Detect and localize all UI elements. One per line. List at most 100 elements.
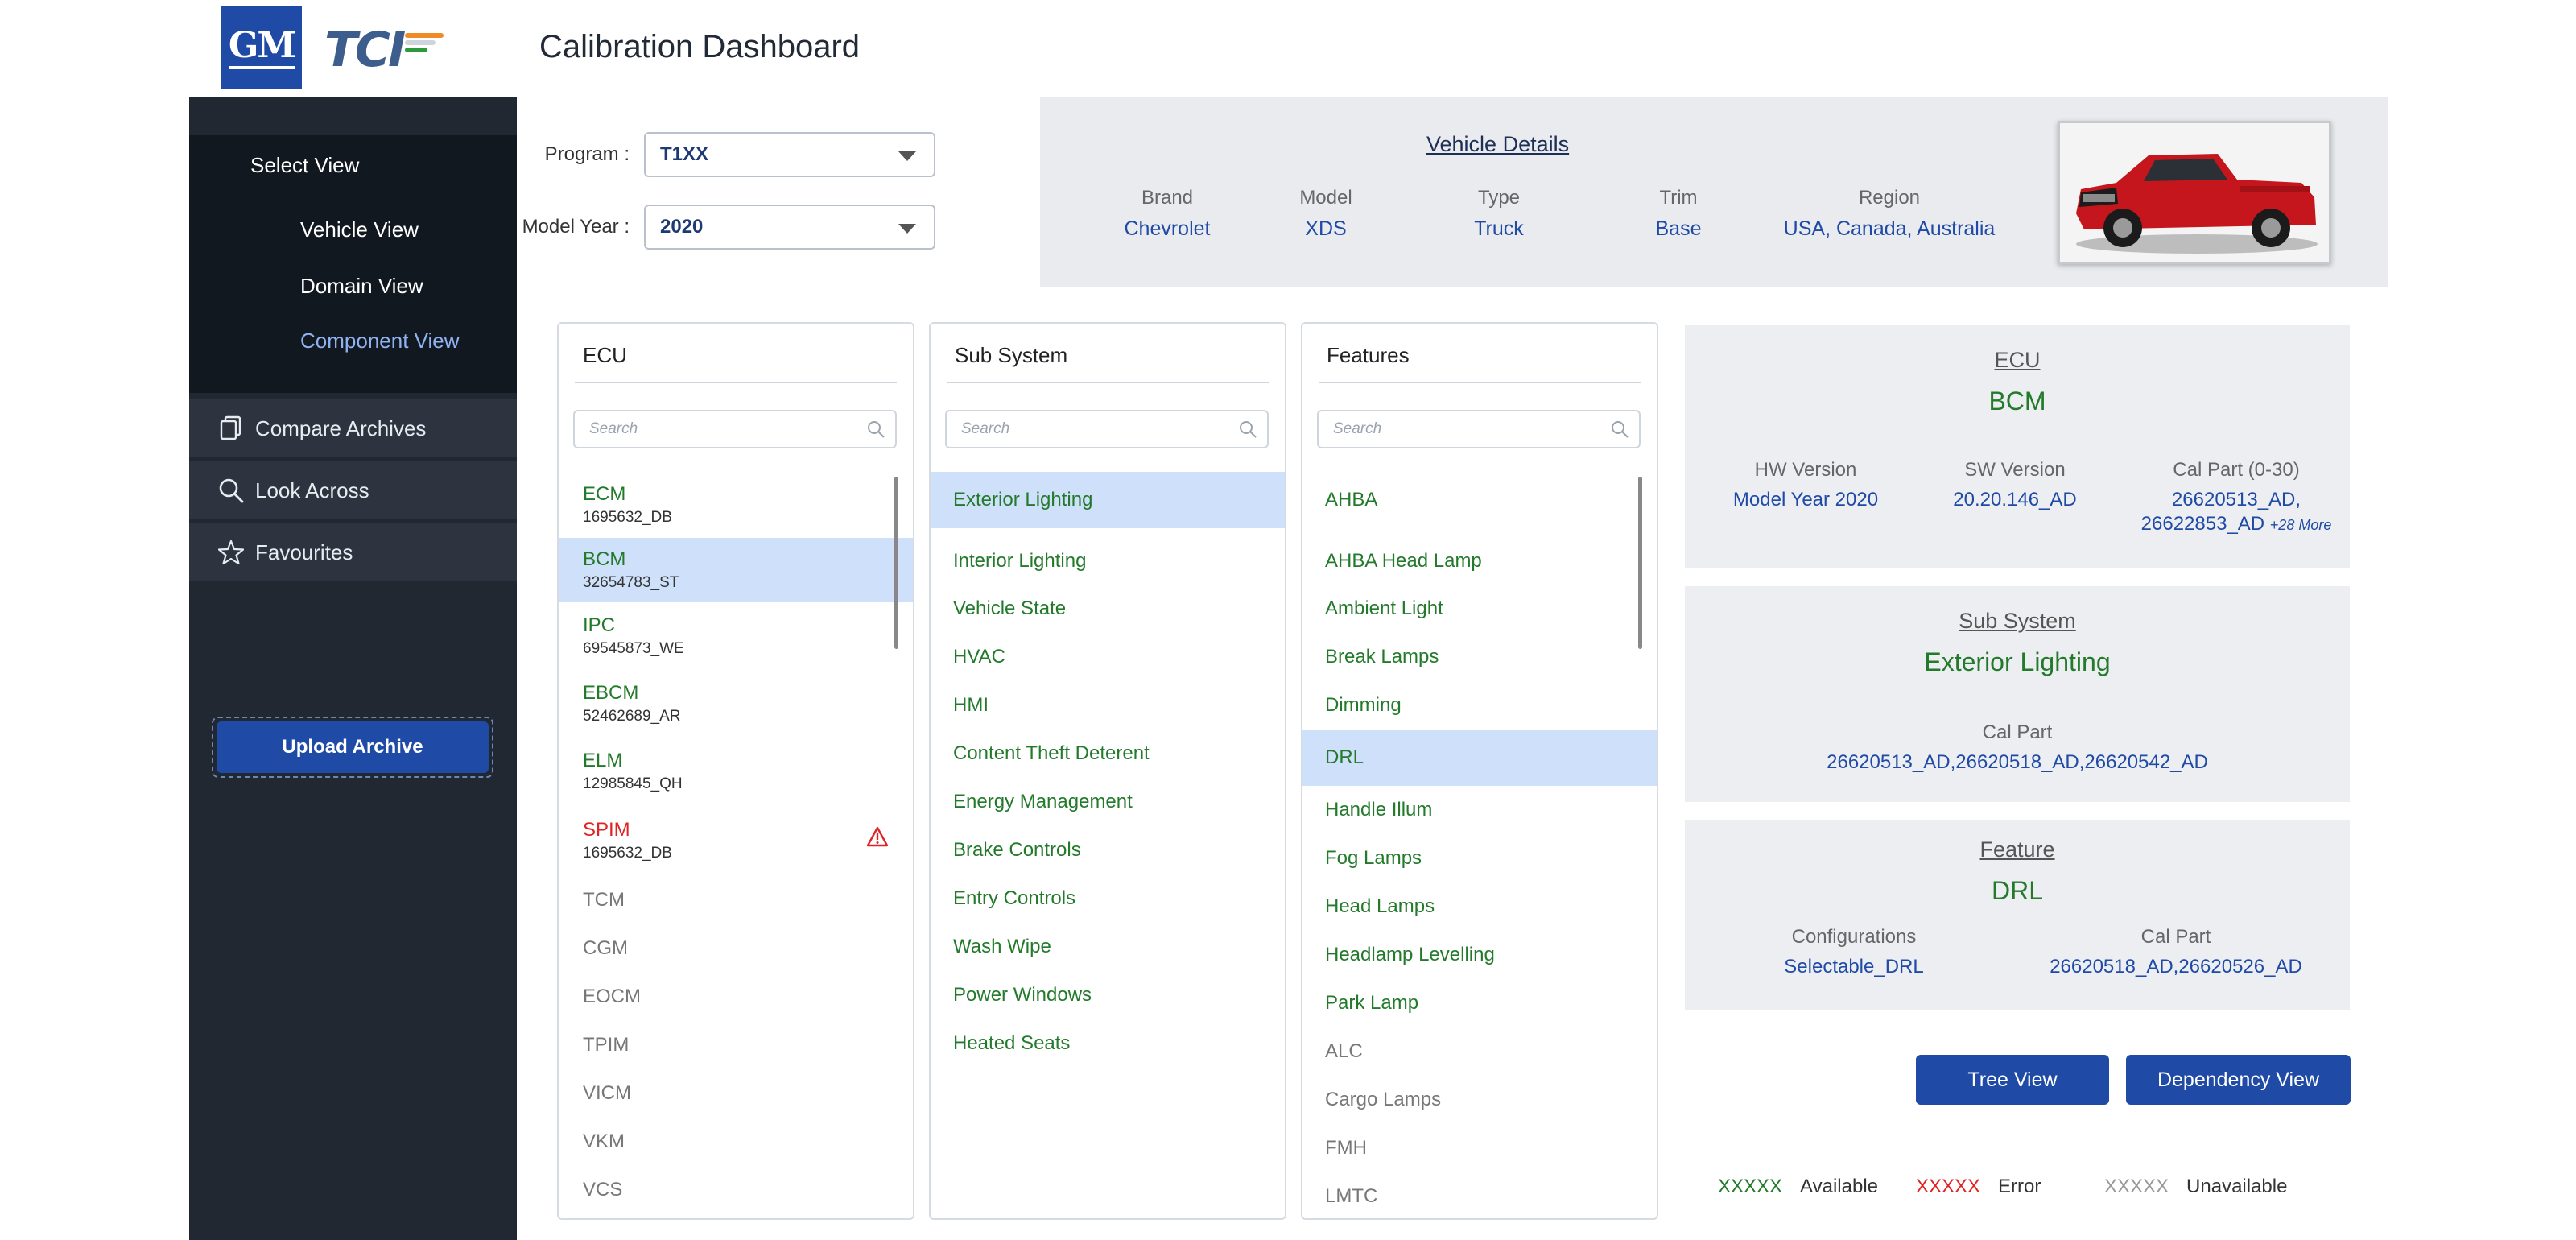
ecu-item-ecm[interactable]: ECM 1695632_DB [559,472,913,538]
legend-unavailable: XXXXX Unavailable [2104,1176,2287,1198]
features-search-input[interactable]: Search [1317,410,1641,448]
legend-available-label: Available [1800,1176,1879,1197]
subsystem-item[interactable]: Power Windows [931,971,1285,1019]
ecu-cal-part-label: Cal Part (0-30) [2173,459,2300,481]
ecu-cal-part-value-1: 26620513_AD, [2171,489,2301,510]
feature-item-label: AHBA [1325,489,1378,510]
feature-item[interactable]: Break Lamps [1302,633,1657,681]
dependency-view-button[interactable]: Dependency View [2126,1055,2351,1105]
search-icon [1238,420,1257,444]
more-cal-parts-link[interactable]: +28 More [2270,517,2332,533]
subsystem-item[interactable]: Vehicle State [931,585,1285,633]
select-view-block: Select View Vehicle View Domain View Com… [189,135,517,393]
ecu-cal-part-value: 26620513_AD, 26622853_AD +28 More [2136,488,2337,537]
feature-item[interactable]: DRL [1302,730,1657,786]
feature-item[interactable]: Head Lamps [1302,882,1657,931]
subsystem-item[interactable]: Heated Seats [931,1019,1285,1068]
ecu-item-elm[interactable]: ELM 12985845_QH [559,738,913,805]
ecu-item-vicm[interactable]: VICM [559,1069,913,1118]
features-panel-header: Features [1302,324,1657,383]
model-year-select[interactable]: 2020 [644,205,935,250]
feature-item[interactable]: Park Lamp [1302,979,1657,1027]
ecu-search-input[interactable]: Search [573,410,897,448]
look-across-label: Look Across [255,477,369,502]
ecu-item-vcs[interactable]: VCS [559,1166,913,1214]
favourites-item[interactable]: Favourites [189,523,517,581]
feature-item[interactable]: Handle Illum [1302,786,1657,834]
feature-item[interactable]: FMH [1302,1124,1657,1172]
ecu-item-bcm[interactable]: BCM 32654783_ST [559,538,913,602]
ecu-item-name: ELM [583,750,623,771]
upload-archive-button[interactable]: Upload Archive [217,721,489,773]
subsystem-item[interactable]: Content Theft Deterent [931,730,1285,778]
search-icon [217,477,246,503]
hw-version-value: Model Year 2020 [1732,489,1879,510]
tree-view-button[interactable]: Tree View [1916,1055,2109,1105]
subsystem-search-input[interactable]: Search [945,410,1269,448]
features-scrollbar[interactable] [1638,477,1642,649]
hw-version-label: HW Version [1754,459,1857,481]
ecu-item-name: EBCM [583,682,639,704]
feature-item[interactable]: Dimming [1302,681,1657,730]
ecu-item-spim[interactable]: SPIM 1695632_DB [559,805,913,876]
subsystem-item[interactable]: Energy Management [931,778,1285,826]
view-item-vehicle[interactable]: Vehicle View [300,217,419,242]
ecu-panel-header: ECU [559,324,913,383]
select-view-title: Select View [250,153,360,177]
ecu-item-name: TCM [583,889,625,911]
view-item-domain[interactable]: Domain View [300,274,423,299]
feature-item-label: LMTC [1325,1185,1378,1207]
program-select[interactable]: T1XX [644,132,935,177]
feature-item[interactable]: LMTC [1302,1172,1657,1218]
subsystem-item[interactable]: Exterior Lighting [931,472,1285,528]
ecu-item-tpim[interactable]: TPIM [559,1021,913,1069]
feature-detail-value: DRL [1991,876,2043,905]
features-panel: Features Search AHBA AHBA Head Lamp Ambi… [1301,322,1658,1220]
subsystem-item[interactable]: Brake Controls [931,826,1285,874]
subsystem-item-label: Brake Controls [953,839,1081,861]
feature-item[interactable]: AHBA Head Lamp [1302,528,1657,585]
feature-item-label: Cargo Lamps [1325,1089,1442,1110]
ecu-item-ebcm[interactable]: EBCM 52462689_AR [559,670,913,738]
ecu-item-cgm[interactable]: CGM [559,924,913,973]
app-root: GM TCI Calibration Dashboard Select View… [0,0,2576,1240]
ecu-item-eocm[interactable]: EOCM [559,973,913,1021]
ecu-item-tcm[interactable]: TCM [559,876,913,924]
feature-item[interactable]: ALC [1302,1027,1657,1076]
vehicle-details-title[interactable]: Vehicle Details [1426,132,1569,157]
subsystem-item[interactable]: HMI [931,681,1285,730]
feature-item-label: Ambient Light [1325,597,1443,619]
vehicle-trim-label: Trim [1659,187,1698,209]
ecu-item-vkm[interactable]: VKM [559,1118,913,1166]
subsystem-item-label: Heated Seats [953,1032,1071,1054]
feature-item[interactable]: Headlamp Levelling [1302,931,1657,979]
model-year-value: 2020 [660,216,704,238]
view-item-component[interactable]: Component View [300,329,460,353]
vehicle-trim: Trim Base [1626,187,1731,241]
compare-archives-item[interactable]: Compare Archives [189,399,517,457]
header: GM TCI Calibration Dashboard [189,0,2388,97]
subsystem-item-label: Exterior Lighting [953,489,1093,510]
look-across-item[interactable]: Look Across [189,461,517,519]
feature-item[interactable]: Ambient Light [1302,585,1657,633]
subsystem-item[interactable]: Interior Lighting [931,528,1285,585]
feature-item[interactable]: Fog Lamps [1302,834,1657,882]
feature-item-label: Break Lamps [1325,646,1439,668]
upload-dropzone[interactable]: Upload Archive [212,717,493,778]
feature-item[interactable]: AHBA [1302,472,1657,528]
ecu-item-ipc[interactable]: IPC 69545873_WE [559,602,913,670]
tci-logo: TCI [324,22,444,78]
subsystem-item[interactable]: Wash Wipe [931,923,1285,971]
subsystem-item[interactable]: Entry Controls [931,874,1285,923]
subsystem-search-placeholder: Search [961,420,1010,437]
subsystem-detail-card: Sub System Exterior Lighting Cal Part 26… [1685,586,2350,802]
subsystem-item[interactable]: HVAC [931,633,1285,681]
ecu-item-name: IPC [583,614,616,636]
legend-available-sample: XXXXX [1718,1176,1783,1197]
ecu-scrollbar[interactable] [894,477,898,649]
subsystem-panel-title: Sub System [955,343,1068,367]
feature-item[interactable]: Cargo Lamps [1302,1076,1657,1124]
ecu-search-placeholder: Search [589,420,638,437]
ecu-item-part: 52462689_AR [583,708,681,725]
vehicle-model: Model XDS [1274,187,1378,241]
